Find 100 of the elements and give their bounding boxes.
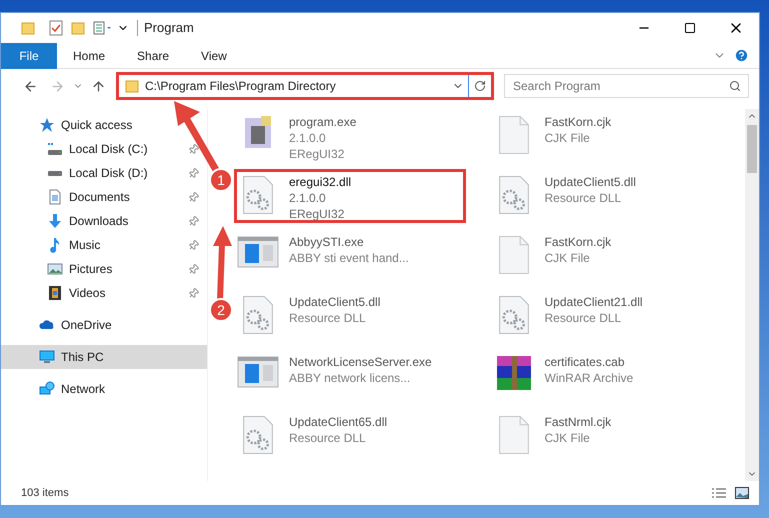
nav-item[interactable]: Local Disk (D:)	[1, 161, 207, 185]
file-item[interactable]: certificates.cab WinRAR Archive	[490, 349, 722, 403]
gear-file-icon	[243, 296, 273, 334]
file-detail: Resource DLL	[289, 310, 367, 326]
ribbon-tab[interactable]: Share	[121, 42, 186, 68]
folder-icon	[71, 21, 85, 35]
file-name: FastNrml.cjk	[544, 414, 612, 430]
file-item[interactable]: AbbyySTI.exe ABBY sti event hand...	[234, 229, 466, 283]
nav-item[interactable]: Network	[1, 377, 207, 401]
file-detail: ERegUI32	[289, 146, 346, 162]
file-item[interactable]: UpdateClient21.dll Resource DLL	[490, 289, 722, 343]
refresh-icon[interactable]	[474, 80, 486, 92]
program-icon	[243, 116, 273, 148]
archive-books-icon	[496, 356, 530, 390]
document-icon	[47, 189, 63, 205]
window-title: Program	[144, 19, 194, 38]
ribbon-tab[interactable]: Home	[57, 42, 122, 68]
up-icon[interactable]	[91, 78, 106, 94]
nav-label: Quick access	[61, 117, 134, 134]
file-detail: Resource DLL	[544, 310, 622, 326]
nav-item[interactable]: Quick access	[1, 113, 207, 137]
file-name: UpdateClient21.dll	[544, 294, 643, 310]
gear-file-icon	[243, 416, 273, 454]
file-detail: CJK File	[544, 130, 591, 146]
nav-label: Documents	[69, 189, 131, 206]
nav-label: Network	[61, 381, 106, 398]
folder-icon	[125, 79, 139, 93]
monitor-icon	[39, 349, 55, 365]
search-field[interactable]: Search Program	[504, 74, 749, 98]
file-item[interactable]: FastNrml.cjk CJK File	[490, 409, 722, 463]
file-item[interactable]: NetworkLicenseServer.exe ABBY network licens...	[234, 349, 466, 403]
tiles-view-icon[interactable]	[735, 487, 749, 499]
landscape-icon	[47, 261, 63, 277]
file-detail: ABBY network licens...	[289, 370, 412, 386]
file-name: UpdateClient5.dll	[289, 294, 380, 310]
scroll-thumb[interactable]	[747, 125, 757, 173]
ribbon-tab[interactable]: View	[185, 42, 243, 68]
file-detail: Resource DLL	[544, 190, 622, 206]
nav-item[interactable]: Downloads	[1, 209, 207, 233]
nav-label: Local Disk (C:)	[69, 141, 149, 158]
nav-label: Pictures	[69, 261, 114, 278]
gear-file-icon	[498, 296, 528, 334]
nav-label: Videos	[69, 285, 106, 302]
file-detail: WinRAR Archive	[544, 370, 634, 386]
file-name: FastKorn.cjk	[544, 234, 612, 250]
file-name: AbbyySTI.exe	[289, 234, 365, 250]
file-detail: Resource DLL	[289, 430, 367, 446]
file-item[interactable]: eregui32.dll 2.1.0.0 ERegUI32	[234, 169, 466, 223]
window-app-icon	[237, 356, 279, 388]
nav-label: Downloads	[69, 213, 130, 230]
nav-item[interactable]: OneDrive	[1, 313, 207, 337]
nav-label: This PC	[61, 349, 105, 366]
network-icon	[39, 381, 55, 397]
file-item[interactable]: UpdateClient5.dll Resource DLL	[490, 169, 722, 223]
file-item[interactable]: FastKorn.cjk CJK File	[490, 109, 722, 163]
pointer-arrow	[174, 101, 220, 172]
drive-icon	[48, 170, 62, 176]
file-detail: 2.1.0.0	[289, 130, 327, 146]
nav-item[interactable]: Music	[1, 233, 207, 257]
nav-label: OneDrive	[61, 317, 113, 334]
down-arrow-icon	[47, 213, 63, 229]
search-icon	[729, 80, 741, 92]
nav-item[interactable]: Local Disk (C:)	[1, 137, 207, 161]
nav-item[interactable]: Documents	[1, 185, 207, 209]
maximize-icon	[684, 22, 696, 34]
file-detail: ERegUI32	[289, 206, 346, 222]
scrollbar[interactable]	[745, 109, 759, 481]
file-name: FastKorn.cjk	[544, 114, 612, 130]
file-item[interactable]: program.exe 2.1.0.0 ERegUI32	[234, 109, 466, 163]
drive-icon	[48, 143, 62, 155]
file-item[interactable]: UpdateClient65.dll Resource DLL	[234, 409, 466, 463]
file-item[interactable]: UpdateClient5.dll Resource DLL	[234, 289, 466, 343]
ribbon-tab[interactable]: File	[1, 42, 57, 68]
file-name: program.exe	[289, 114, 356, 130]
file-item[interactable]: FastKorn.cjk CJK File	[490, 229, 722, 283]
details-view-icon[interactable]	[711, 487, 727, 499]
properties-icon	[93, 21, 113, 35]
file-detail: CJK File	[544, 430, 591, 446]
nav-label: Music	[69, 237, 102, 254]
file-detail: CJK File	[544, 250, 591, 266]
file-name: UpdateClient65.dll	[289, 414, 388, 430]
file-name: eregui32.dll	[289, 174, 352, 190]
file-name: UpdateClient5.dll	[544, 174, 636, 190]
nav-label: Local Disk (D:)	[69, 165, 149, 182]
window-app-icon	[237, 236, 279, 268]
blank-file-icon	[498, 416, 528, 454]
film-icon	[47, 285, 63, 301]
nav-item[interactable]: Videos	[1, 281, 207, 305]
nav-item[interactable]: Pictures	[1, 257, 207, 281]
address-bar[interactable]: C:\Program Files\Program Directory	[116, 72, 494, 100]
file-detail: ABBY sti event hand...	[289, 250, 409, 266]
back-icon[interactable]	[23, 78, 38, 94]
item-count: 103 items	[21, 486, 69, 501]
gear-file-icon	[498, 176, 528, 214]
file-detail: 2.1.0.0	[289, 190, 327, 206]
help-icon[interactable]	[734, 48, 749, 63]
nav-item[interactable]: This PC	[1, 345, 207, 369]
address-path: C:\Program Files\Program Directory	[145, 78, 337, 95]
gear-file-icon	[243, 176, 273, 214]
blank-file-icon	[498, 236, 528, 274]
